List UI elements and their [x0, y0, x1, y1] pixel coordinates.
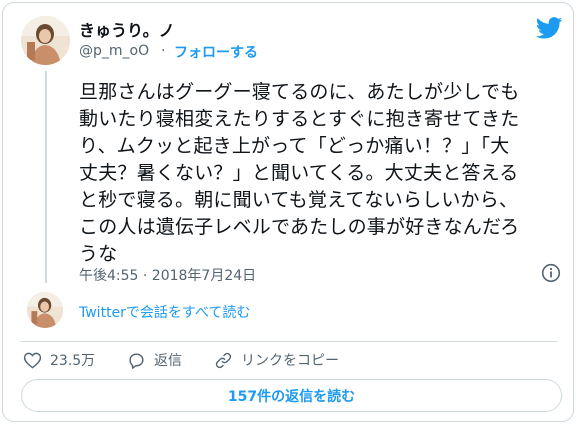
- like-count: 23.5万: [50, 353, 96, 369]
- author-avatar[interactable]: [21, 16, 70, 65]
- thread-avatar[interactable]: [27, 292, 63, 328]
- tweet-text-line: うな: [79, 243, 118, 265]
- thread-line: [45, 71, 47, 283]
- tweet-text-line: この人は遺伝子レベルであたしの事が好きなんだろ: [79, 216, 520, 238]
- read-replies-button[interactable]: 157件の返信を読む: [21, 379, 562, 412]
- handle-separator: ·: [161, 43, 166, 59]
- author-name[interactable]: きゅうり。ノ: [79, 17, 175, 41]
- tweet-text: 旦那さんはグーグー寝てるのに、あたしが少しでも 動いたり寝相変えたりするとすぐに…: [79, 79, 569, 268]
- heart-icon: [23, 352, 42, 369]
- follow-button[interactable]: フォローする: [174, 42, 258, 62]
- divider: [21, 341, 557, 342]
- tweet-text-line: 動いたり寝相変えたりするとすぐに抱き寄せてきた: [79, 108, 520, 130]
- reply-bubble-icon: [129, 352, 144, 369]
- tweet-text-line: 旦那さんはグーグー寝てるのに、あたしが少しでも: [79, 81, 520, 103]
- author-handle[interactable]: @p_m_oO: [79, 43, 149, 59]
- tweet-text-line: り、ムクッと起き上がって「どっか痛い！？」「大: [79, 135, 510, 157]
- link-icon: [215, 352, 232, 368]
- copy-link-button[interactable]: リンクをコピー: [214, 349, 339, 371]
- tweet-card: きゅうり。ノ @p_m_oO · フォローする 旦那さんはグーグー寝てるのに、あ…: [2, 2, 574, 422]
- reply-label: 返信: [154, 353, 182, 369]
- tweet-text-line: 丈夫？暑くない？」と聞いてくる。大丈夫と答える: [79, 162, 519, 184]
- copy-link-label: リンクをコピー: [241, 353, 339, 369]
- tweet-timestamp[interactable]: 午後4:55 · 2018年7月24日: [79, 265, 256, 285]
- info-icon[interactable]: [541, 263, 561, 283]
- reply-button[interactable]: 返信: [127, 349, 182, 371]
- twitter-bird-icon[interactable]: [536, 17, 563, 39]
- tweet-text-line: と秒で寝る。朝に聞いても覚えてないらしいから、: [79, 189, 519, 211]
- read-conversation-link[interactable]: Twitterで会話をすべて読む: [79, 302, 250, 322]
- like-button[interactable]: 23.5万: [23, 349, 95, 371]
